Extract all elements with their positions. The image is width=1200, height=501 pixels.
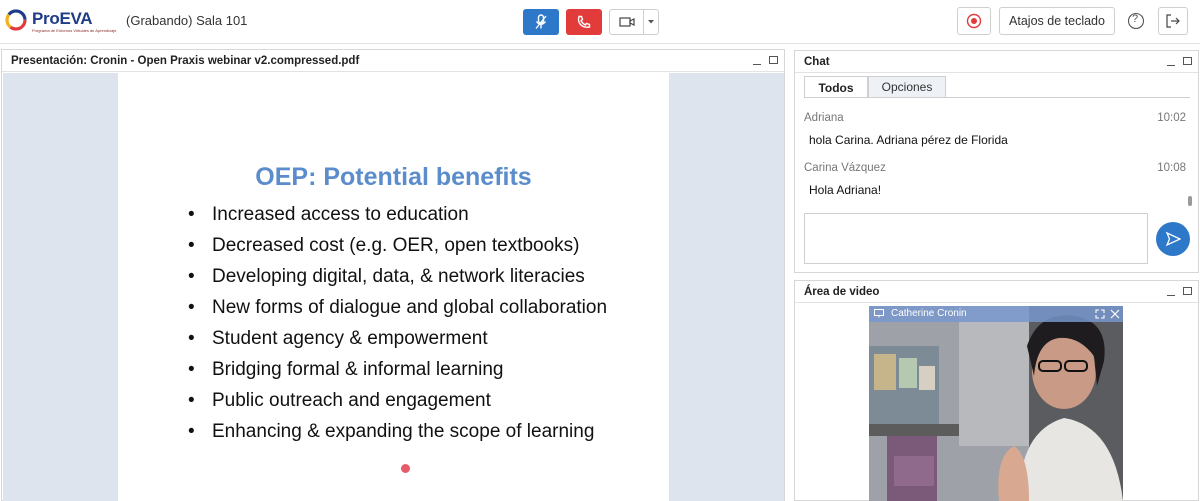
presentation-title: Presentación: Cronin - Open Praxis webin… — [11, 55, 360, 67]
message-author: Carina Vázquez — [804, 162, 886, 174]
logo-text: ProEVA — [32, 9, 93, 28]
keyboard-shortcuts-button[interactable]: Atajos de teclado — [999, 7, 1115, 35]
minimize-icon[interactable] — [753, 53, 761, 65]
chat-message: Carina Vázquez 10:08 Hola Adriana! — [804, 156, 1188, 206]
webcam-image — [869, 306, 1123, 501]
top-bar: ProEVA Programa de Entornos Virtuales de… — [0, 0, 1200, 44]
camera-button[interactable] — [609, 9, 644, 35]
microphone-icon — [535, 14, 547, 29]
logo-ring-icon — [5, 9, 27, 31]
screen-icon — [874, 309, 884, 318]
presentation-header: Presentación: Cronin - Open Praxis webin… — [2, 50, 784, 72]
slide-bullet: New forms of dialogue and global collabo… — [188, 297, 607, 328]
record-button[interactable] — [957, 7, 991, 35]
expand-icon[interactable] — [1095, 309, 1105, 319]
slide-bullet: Increased access to education — [188, 204, 607, 235]
message-text: hola Carina. Adriana pérez de Florida — [809, 133, 1008, 147]
message-text: Hola Adriana! — [809, 183, 882, 197]
exit-button[interactable] — [1158, 7, 1188, 35]
close-icon[interactable] — [1110, 309, 1120, 319]
message-author: Adriana — [804, 112, 844, 124]
chat-header: Chat — [795, 51, 1198, 73]
video-feed[interactable]: Catherine Cronin — [869, 306, 1123, 501]
proeva-logo: ProEVA Programa de Entornos Virtuales de… — [4, 8, 117, 36]
maximize-icon[interactable] — [1183, 287, 1192, 295]
record-icon — [966, 13, 982, 29]
room-title: (Grabando) Sala 101 — [126, 13, 248, 28]
slide-area: OEP: Potential benefits Increased access… — [3, 73, 784, 501]
slide-bullet: Developing digital, data, & network lite… — [188, 266, 607, 297]
leave-audio-button[interactable] — [566, 9, 602, 35]
send-button[interactable] — [1156, 222, 1190, 256]
video-header: Área de video — [795, 281, 1198, 303]
slide-title: OEP: Potential benefits — [255, 163, 532, 191]
chat-input[interactable] — [804, 213, 1148, 264]
video-title: Área de video — [804, 286, 880, 298]
logo-subtitle: Programa de Entornos Virtuales de Aprend… — [32, 28, 117, 33]
camera-icon — [618, 17, 635, 27]
chat-title: Chat — [804, 56, 830, 68]
chat-scrollbar[interactable] — [1188, 196, 1192, 206]
slide-bullets: Increased access to education Decreased … — [188, 204, 607, 452]
slide-bullet: Enhancing & expanding the scope of learn… — [188, 421, 607, 452]
tab-todos[interactable]: Todos — [804, 76, 868, 98]
maximize-icon[interactable] — [769, 56, 778, 64]
message-time: 10:08 — [1157, 162, 1186, 174]
chat-messages: Adriana 10:02 hola Carina. Adriana pérez… — [804, 106, 1188, 206]
chevron-down-icon — [648, 20, 654, 24]
mute-button[interactable] — [523, 9, 559, 35]
maximize-icon[interactable] — [1183, 57, 1192, 65]
exit-icon — [1166, 14, 1180, 28]
message-time: 10:02 — [1157, 112, 1186, 124]
help-button[interactable]: ? — [1124, 9, 1148, 33]
tab-opciones[interactable]: Opciones — [868, 76, 946, 98]
chat-panel: Chat Todos Opciones Adriana 10:02 hola C… — [794, 50, 1199, 273]
slide-bullet: Bridging formal & informal learning — [188, 359, 607, 390]
slide-bullet: Student agency & empowerment — [188, 328, 607, 359]
presentation-panel: Presentación: Cronin - Open Praxis webin… — [1, 49, 785, 501]
video-title-bar: Catherine Cronin — [869, 306, 1123, 322]
camera-options-dropdown[interactable] — [643, 9, 659, 35]
presenter-pointer — [401, 464, 410, 473]
phone-hangup-icon — [577, 15, 591, 28]
slide-bullet: Decreased cost (e.g. OER, open textbooks… — [188, 235, 607, 266]
send-icon — [1165, 231, 1181, 247]
slide-bullet: Public outreach and engagement — [188, 390, 607, 421]
minimize-icon[interactable] — [1167, 54, 1175, 66]
tab-divider — [804, 97, 1190, 98]
chat-message: Adriana 10:02 hola Carina. Adriana pérez… — [804, 106, 1188, 156]
video-participant-name: Catherine Cronin — [891, 308, 967, 319]
slide: OEP: Potential benefits Increased access… — [118, 73, 669, 501]
video-panel: Área de video Catherine Cronin — [794, 280, 1199, 501]
help-glyph: ? — [1132, 13, 1139, 25]
minimize-icon[interactable] — [1167, 284, 1175, 296]
